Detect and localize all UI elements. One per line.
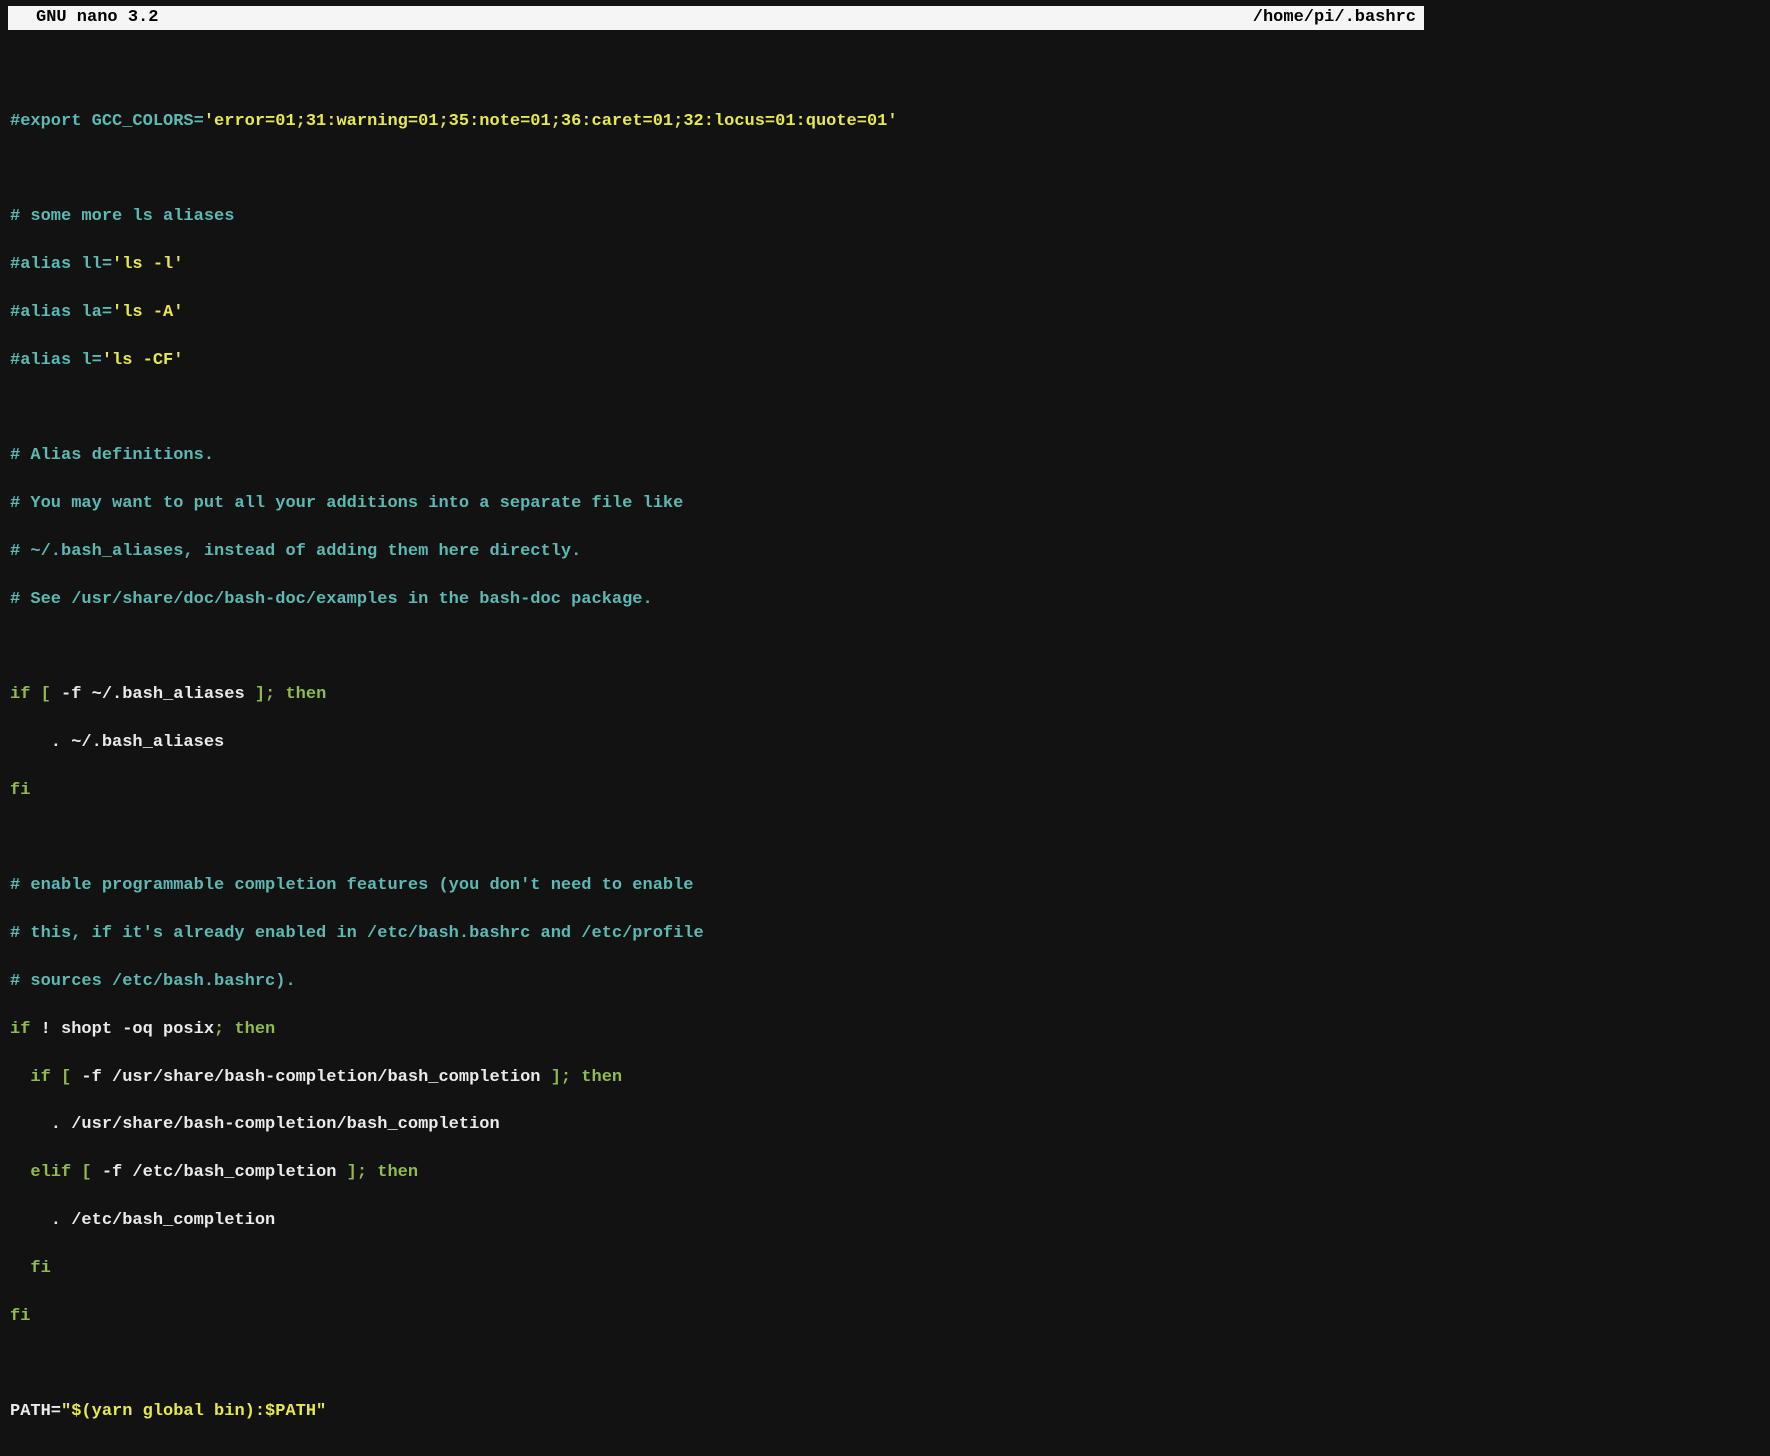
code-line: # some more ls aliases <box>10 205 1422 229</box>
file-path: /home/pi/.bashrc <box>1253 6 1416 30</box>
code-line: #alias ll='ls -l' <box>10 253 1422 277</box>
code-line: elif [ -f /etc/bash_completion ]; then <box>10 1161 1422 1185</box>
code-line <box>10 157 1422 181</box>
app-title: GNU nano 3.2 <box>16 6 158 30</box>
code-line <box>10 827 1422 851</box>
code-line <box>10 396 1422 420</box>
code-line: #alias la='ls -A' <box>10 301 1422 325</box>
code-line <box>10 1352 1422 1376</box>
code-line: . /etc/bash_completion <box>10 1209 1422 1233</box>
code-line: #export GCC_COLORS='error=01;31:warning=… <box>10 110 1422 134</box>
code-line: # this, if it's already enabled in /etc/… <box>10 922 1422 946</box>
code-line <box>10 62 1422 86</box>
code-line: if [ -f /usr/share/bash-completion/bash_… <box>10 1066 1422 1090</box>
code-line <box>10 635 1422 659</box>
code-line: # ~/.bash_aliases, instead of adding the… <box>10 540 1422 564</box>
code-line: if ! shopt -oq posix; then <box>10 1018 1422 1042</box>
code-line: . /usr/share/bash-completion/bash_comple… <box>10 1113 1422 1137</box>
nano-header: GNU nano 3.2 /home/pi/.bashrc <box>8 6 1424 30</box>
code-line: # See /usr/share/doc/bash-doc/examples i… <box>10 588 1422 612</box>
code-line: . ~/.bash_aliases <box>10 731 1422 755</box>
code-line: fi <box>10 1257 1422 1281</box>
code-line: #alias l='ls -CF' <box>10 349 1422 373</box>
code-line: # You may want to put all your additions… <box>10 492 1422 516</box>
code-line: # enable programmable completion feature… <box>10 874 1422 898</box>
code-line: fi <box>10 1305 1422 1329</box>
code-line: # sources /etc/bash.bashrc). <box>10 970 1422 994</box>
code-line: # Alias definitions. <box>10 444 1422 468</box>
code-line: if [ -f ~/.bash_aliases ]; then <box>10 683 1422 707</box>
code-line: PATH="$(yarn global bin):$PATH" <box>10 1400 1422 1424</box>
editor-content[interactable]: #export GCC_COLORS='error=01;31:warning=… <box>0 30 1432 1456</box>
code-line: fi <box>10 779 1422 803</box>
